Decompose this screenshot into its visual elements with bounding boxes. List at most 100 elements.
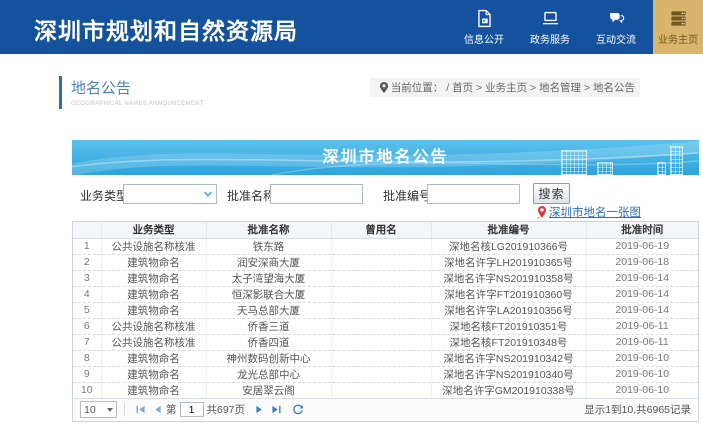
chevron-down-icon: [203, 190, 213, 198]
header-nav: 信息公开 政务服务 互动交流 业务主页: [455, 0, 703, 54]
cell-name: 铁东路: [206, 238, 331, 254]
cell-code: 深地名许字FT201910360号: [431, 286, 586, 302]
cell-date: 2019-06-19: [586, 238, 698, 254]
page-prefix: 第: [166, 402, 177, 417]
nav-item-gov-services[interactable]: 政务服务: [521, 0, 579, 54]
nav-item-info-disclosure[interactable]: 信息公开: [455, 0, 513, 54]
nav-item-label: 信息公开: [464, 31, 504, 46]
business-type-select[interactable]: [123, 184, 217, 204]
cell-former-name: [331, 270, 431, 286]
approved-name-input[interactable]: [270, 184, 363, 204]
chevron-down-icon: [107, 408, 113, 412]
cell-code: 深地名许字LA201910356号: [431, 302, 586, 318]
cell-date: 2019-06-14: [586, 270, 698, 286]
cell-code: 深地名核FT201910351号: [431, 318, 586, 334]
banner-title: 深圳市地名公告: [72, 140, 699, 175]
cell-code: 深地名核FT201910348号: [431, 334, 586, 350]
location-pin-icon: [380, 82, 388, 93]
breadcrumb: 当前位置： / 首页 > 业务主页 > 地名管理 > 地名公告: [370, 78, 640, 97]
cell-no: 5: [73, 302, 101, 318]
cell-type: 公共设施名称核准: [101, 238, 206, 254]
section-head: 地名公告 GEOGRAPHICAL NAMES ANNOUNCEMENT: [59, 76, 204, 109]
table-row[interactable]: 8建筑物命名神州数码创新中心深地名许字NS201910342号2019-06-1…: [73, 350, 698, 366]
approval-code-input[interactable]: [427, 184, 520, 204]
divider: [124, 403, 125, 417]
records-summary: 显示1到10,共6965记录: [584, 402, 691, 417]
refresh-button[interactable]: [290, 402, 305, 417]
page-size-value: 10: [84, 404, 96, 416]
col-header-name: 批准名称: [206, 222, 331, 238]
cell-no: 2: [73, 254, 101, 270]
results-table: 业务类型批准名称曾用名批准编号批准时间 1公共设施名称核准铁东路深地名核LG20…: [73, 222, 698, 398]
col-header-type: 业务类型: [101, 222, 206, 238]
cell-no: 7: [73, 334, 101, 350]
page-subtitle: GEOGRAPHICAL NAMES ANNOUNCEMENT: [71, 101, 204, 107]
page: 深圳市规划和自然资源局 信息公开 政务服务 互动交流 业务主页 地名公告 GEOGRA…: [0, 0, 703, 430]
cell-no: 4: [73, 286, 101, 302]
site-header: 深圳市规划和自然资源局 信息公开 政务服务 互动交流 业务主页: [0, 0, 703, 54]
cell-name: 侨香四道: [206, 334, 331, 350]
nav-item-interaction[interactable]: 互动交流: [587, 0, 645, 54]
cell-date: 2019-06-18: [586, 254, 698, 270]
cell-code: 深地名许字LH201910365号: [431, 254, 586, 270]
cell-former-name: [331, 302, 431, 318]
cell-code: 深地名许字GM201910338号: [431, 382, 586, 398]
nav-item-business-home[interactable]: 业务主页: [653, 0, 703, 54]
table-row[interactable]: 5建筑物命名天马总部大厦深地名许字LA201910356号2019-06-14: [73, 302, 698, 318]
map-link[interactable]: 深圳市地名一张图: [549, 204, 641, 220]
first-page-button[interactable]: [133, 402, 148, 417]
cell-no: 8: [73, 350, 101, 366]
cell-code: 深地名核LG201910366号: [431, 238, 586, 254]
cell-name: 润安深商大厦: [206, 254, 331, 270]
cell-former-name: [331, 366, 431, 382]
nav-item-label: 业务主页: [658, 31, 698, 46]
cell-former-name: [331, 350, 431, 366]
nav-item-label: 政务服务: [530, 31, 570, 46]
last-page-button[interactable]: [269, 402, 284, 417]
cell-former-name: [331, 382, 431, 398]
cell-code: 深地名许字NS201910358号: [431, 270, 586, 286]
table-row[interactable]: 3建筑物命名太子湾望海大厦深地名许字NS201910358号2019-06-14: [73, 270, 698, 286]
nav-item-label: 互动交流: [596, 31, 636, 46]
current-page-input[interactable]: [180, 402, 204, 417]
col-header-former-name: 曾用名: [331, 222, 431, 238]
cell-former-name: [331, 238, 431, 254]
cell-type: 公共设施名称核准: [101, 334, 206, 350]
cell-former-name: [331, 334, 431, 350]
cell-type: 公共设施名称核准: [101, 318, 206, 334]
cell-former-name: [331, 286, 431, 302]
cell-name: 安居翠云阁: [206, 382, 331, 398]
breadcrumb-path[interactable]: / 首页 > 业务主页 > 地名管理 > 地名公告: [446, 80, 635, 95]
table-row[interactable]: 6公共设施名称核准侨香三道 深地名核FT201910351号2019-06-11: [73, 318, 698, 334]
table-row[interactable]: 7公共设施名称核准侨香四道 深地名核FT201910348号2019-06-11: [73, 334, 698, 350]
total-pages: 共697页: [207, 402, 246, 417]
cell-no: 6: [73, 318, 101, 334]
breadcrumb-label: 当前位置：: [391, 80, 444, 95]
table-row[interactable]: 2建筑物命名润安深商大厦 深地名许字LH201910365号2019-06-18: [73, 254, 698, 270]
col-header-date: 批准时间: [586, 222, 698, 238]
cell-date: 2019-06-10: [586, 350, 698, 366]
col-header-row-number: [73, 222, 101, 238]
cell-type: 建筑物命名: [101, 350, 206, 366]
main-panel: 深圳市地名公告 业务类型: 批准名称: 批准编号: 搜索 深圳市地: [72, 140, 699, 422]
search-button[interactable]: 搜索: [533, 183, 570, 204]
cell-date: 2019-06-14: [586, 302, 698, 318]
next-page-button[interactable]: [252, 402, 267, 417]
prev-page-button[interactable]: [150, 402, 165, 417]
page-size-select[interactable]: 10: [80, 401, 117, 418]
cell-name: 侨香三道: [206, 318, 331, 334]
map-link-row: 深圳市地名一张图: [72, 205, 699, 219]
site-title: 深圳市规划和自然资源局: [34, 12, 298, 46]
table-row[interactable]: 1公共设施名称核准铁东路深地名核LG201910366号2019-06-19: [73, 238, 698, 254]
chat-icon: [606, 8, 626, 28]
results-grid: 业务类型批准名称曾用名批准编号批准时间 1公共设施名称核准铁东路深地名核LG20…: [72, 221, 699, 422]
table-row[interactable]: 10建筑物命名安居翠云阁深地名许字GM201910338号2019-06-10: [73, 382, 698, 398]
cell-code: 深地名许字NS201910340号: [431, 366, 586, 382]
cell-type: 建筑物命名: [101, 254, 206, 270]
cell-former-name: [331, 254, 431, 270]
table-row[interactable]: 9建筑物命名龙光总部中心深地名许字NS201910340号2019-06-10: [73, 366, 698, 382]
cell-date: 2019-06-14: [586, 286, 698, 302]
table-row[interactable]: 4建筑物命名恒深影联合大厦深地名许字FT201910360号2019-06-14: [73, 286, 698, 302]
cell-date: 2019-06-11: [586, 334, 698, 350]
cell-date: 2019-06-11: [586, 318, 698, 334]
